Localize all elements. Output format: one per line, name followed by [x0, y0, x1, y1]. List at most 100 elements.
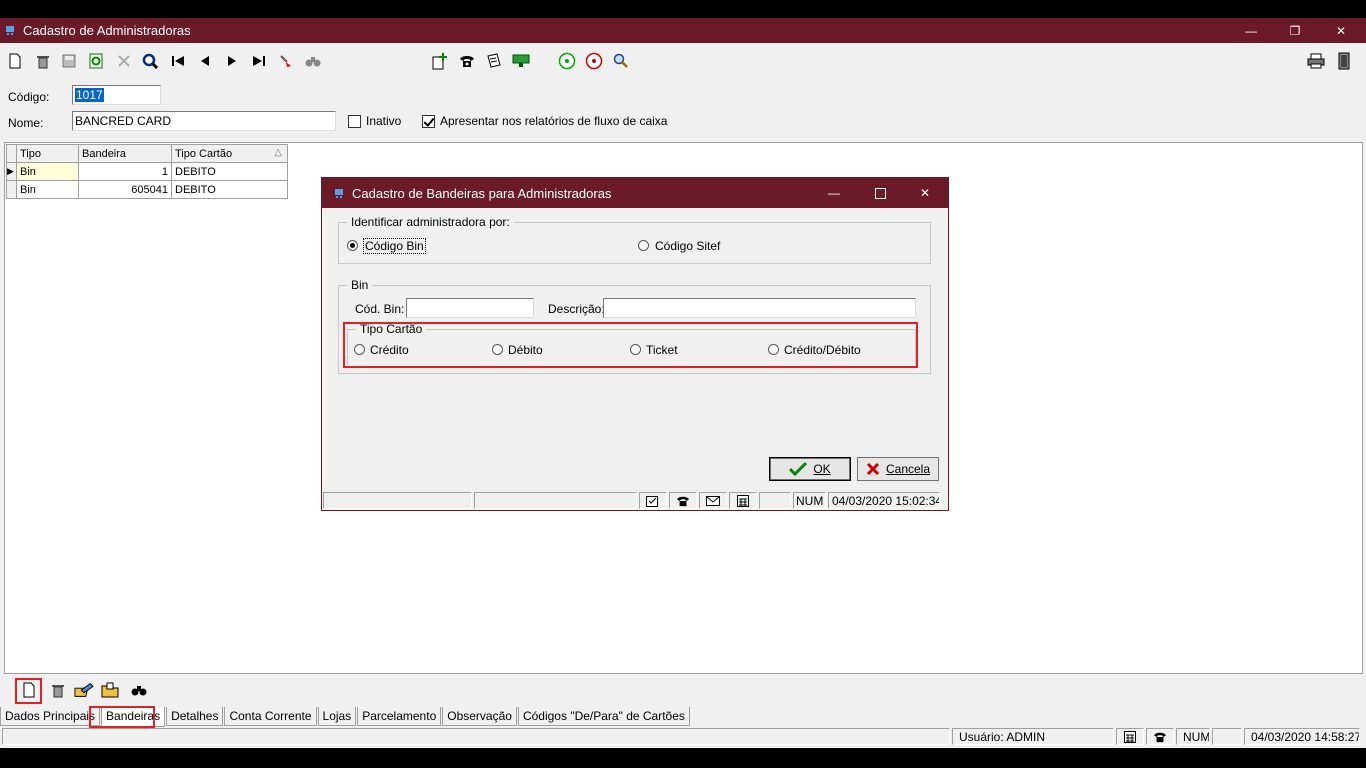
money-button[interactable]: [511, 51, 531, 71]
new-button[interactable]: [5, 51, 25, 71]
cell-tipo-cartao[interactable]: DEBITO: [171, 180, 288, 199]
notes-button[interactable]: [484, 51, 504, 71]
tab-parcelamento[interactable]: Parcelamento: [357, 707, 442, 726]
ok-button[interactable]: OK: [769, 457, 851, 481]
cell-tipo[interactable]: Bin: [16, 162, 79, 181]
trash-icon: [52, 685, 64, 698]
status-panel-empty: [1212, 728, 1242, 745]
bandeiras-dialog: Cadastro de Bandeiras para Administrador…: [321, 177, 949, 511]
edit-folder-icon: [74, 683, 94, 697]
save-button[interactable]: [59, 51, 79, 71]
green-circle-button[interactable]: [557, 51, 577, 71]
find-button[interactable]: [303, 51, 323, 71]
column-header-bandeira[interactable]: Bandeira: [78, 144, 172, 163]
highlight-new-button: [15, 678, 42, 704]
cell-bandeira[interactable]: 1: [78, 162, 172, 181]
binoculars-icon: [131, 686, 147, 696]
status-phone-button[interactable]: [1146, 728, 1174, 745]
grid-delete-button[interactable]: [48, 680, 68, 700]
dialog-close-button[interactable]: ✕: [902, 178, 948, 208]
previous-record-button[interactable]: [195, 51, 215, 71]
table-row[interactable]: Bin 605041 DEBITO: [6, 180, 288, 199]
inativo-checkbox[interactable]: [348, 115, 361, 128]
filter-icon: [280, 55, 291, 67]
codigo-label: Código:: [8, 90, 50, 104]
bandeiras-grid: Tipo Bandeira Tipo Cartão △ ▶ Bin 1 DEBIT…: [6, 144, 288, 199]
radio-codigo-sitef[interactable]: [638, 240, 649, 251]
radio-codigo-sitef-label: Código Sitef: [655, 239, 721, 253]
radio-codigo-bin[interactable]: [347, 240, 358, 251]
cart-icon: [6, 26, 14, 35]
search-button[interactable]: [140, 51, 160, 71]
red-circle-button[interactable]: [584, 51, 604, 71]
cancel-edit-button[interactable]: [114, 51, 134, 71]
filter-button[interactable]: [276, 51, 296, 71]
column-header-tipo[interactable]: Tipo: [16, 144, 79, 163]
cancel-button[interactable]: Cancela: [857, 457, 939, 481]
close-button[interactable]: ✕: [1318, 18, 1364, 43]
calculator-icon: [1124, 730, 1136, 743]
dialog-status-phone-button[interactable]: [669, 492, 697, 509]
cell-bandeira[interactable]: 605041: [78, 180, 172, 199]
tab-conta-corrente[interactable]: Conta Corrente: [224, 707, 317, 726]
first-record-button[interactable]: [168, 51, 188, 71]
mail-icon: [706, 495, 720, 506]
open-folder-icon: [101, 682, 119, 698]
cod-bin-input[interactable]: [406, 298, 534, 318]
column-header-tipo-cartao-label: Tipo Cartão: [175, 147, 233, 160]
add-document-button[interactable]: [430, 51, 450, 71]
refresh-button[interactable]: [86, 51, 106, 71]
restore-button[interactable]: ❐: [1272, 18, 1318, 43]
cancel-icon: [118, 55, 130, 67]
codigo-input[interactable]: 1017: [72, 85, 161, 105]
dialog-status-mail-button[interactable]: [699, 492, 727, 509]
money-icon: [512, 54, 530, 67]
grid-edit-button[interactable]: [74, 680, 94, 700]
ok-label: OK: [813, 462, 831, 476]
notes-icon: [487, 53, 501, 68]
column-header-tipo-cartao[interactable]: Tipo Cartão △: [171, 144, 288, 163]
dialog-minimize-button[interactable]: —: [811, 178, 857, 208]
identificar-legend: Identificar administradora por:: [347, 215, 514, 229]
grid-open-button[interactable]: [100, 680, 120, 700]
new-file-icon: [9, 53, 21, 69]
fluxo-caixa-checkbox[interactable]: [422, 115, 435, 128]
dialog-title-bar: Cadastro de Bandeiras para Administrador…: [322, 178, 948, 208]
tab-dados-principais[interactable]: Dados Principais: [0, 707, 101, 726]
status-panel-message: [2, 728, 950, 745]
exit-icon: [1338, 52, 1350, 70]
phone-button[interactable]: [457, 51, 477, 71]
next-record-button[interactable]: [222, 51, 242, 71]
dialog-status-calendar-button[interactable]: [639, 492, 667, 509]
inativo-label: Inativo: [366, 114, 402, 128]
search-icon: [142, 53, 158, 69]
minimize-button[interactable]: —: [1228, 18, 1274, 43]
cell-tipo-cartao[interactable]: DEBITO: [171, 162, 288, 181]
calendar-edit-icon: [646, 495, 658, 507]
dialog-status-panel-2: [474, 492, 637, 509]
descricao-input[interactable]: [603, 298, 916, 318]
cell-tipo[interactable]: Bin: [16, 180, 79, 199]
radio-codigo-bin-label: Código Bin: [363, 238, 426, 254]
print-button[interactable]: [1306, 51, 1326, 71]
tab-codigos-de-para[interactable]: Códigos "De/Para" de Cartões: [517, 707, 690, 726]
descricao-label: Descrição:: [548, 302, 605, 316]
dialog-status-datetime: 04/03/2020 15:02:34: [828, 492, 940, 509]
grid-find-button[interactable]: [129, 680, 149, 700]
status-datetime: 04/03/2020 14:58:27: [1244, 728, 1360, 745]
tab-observacao[interactable]: Observação: [442, 707, 517, 726]
table-row[interactable]: ▶ Bin 1 DEBITO: [6, 162, 288, 181]
dialog-maximize-button[interactable]: [857, 178, 903, 208]
delete-button[interactable]: [33, 51, 53, 71]
tab-detalhes[interactable]: Detalhes: [166, 707, 224, 726]
calculator-button[interactable]: [1116, 728, 1144, 745]
dialog-status-calculator-button[interactable]: [729, 492, 757, 509]
nome-input[interactable]: BANCRED CARD: [72, 111, 336, 131]
tab-lojas[interactable]: Lojas: [317, 707, 357, 726]
phone-icon: [1154, 732, 1166, 742]
dialog-status-panel-1: [323, 492, 472, 509]
last-record-button[interactable]: [249, 51, 269, 71]
nome-label: Nome:: [8, 116, 44, 130]
zoom-button[interactable]: [611, 51, 631, 71]
exit-button[interactable]: [1334, 51, 1354, 71]
